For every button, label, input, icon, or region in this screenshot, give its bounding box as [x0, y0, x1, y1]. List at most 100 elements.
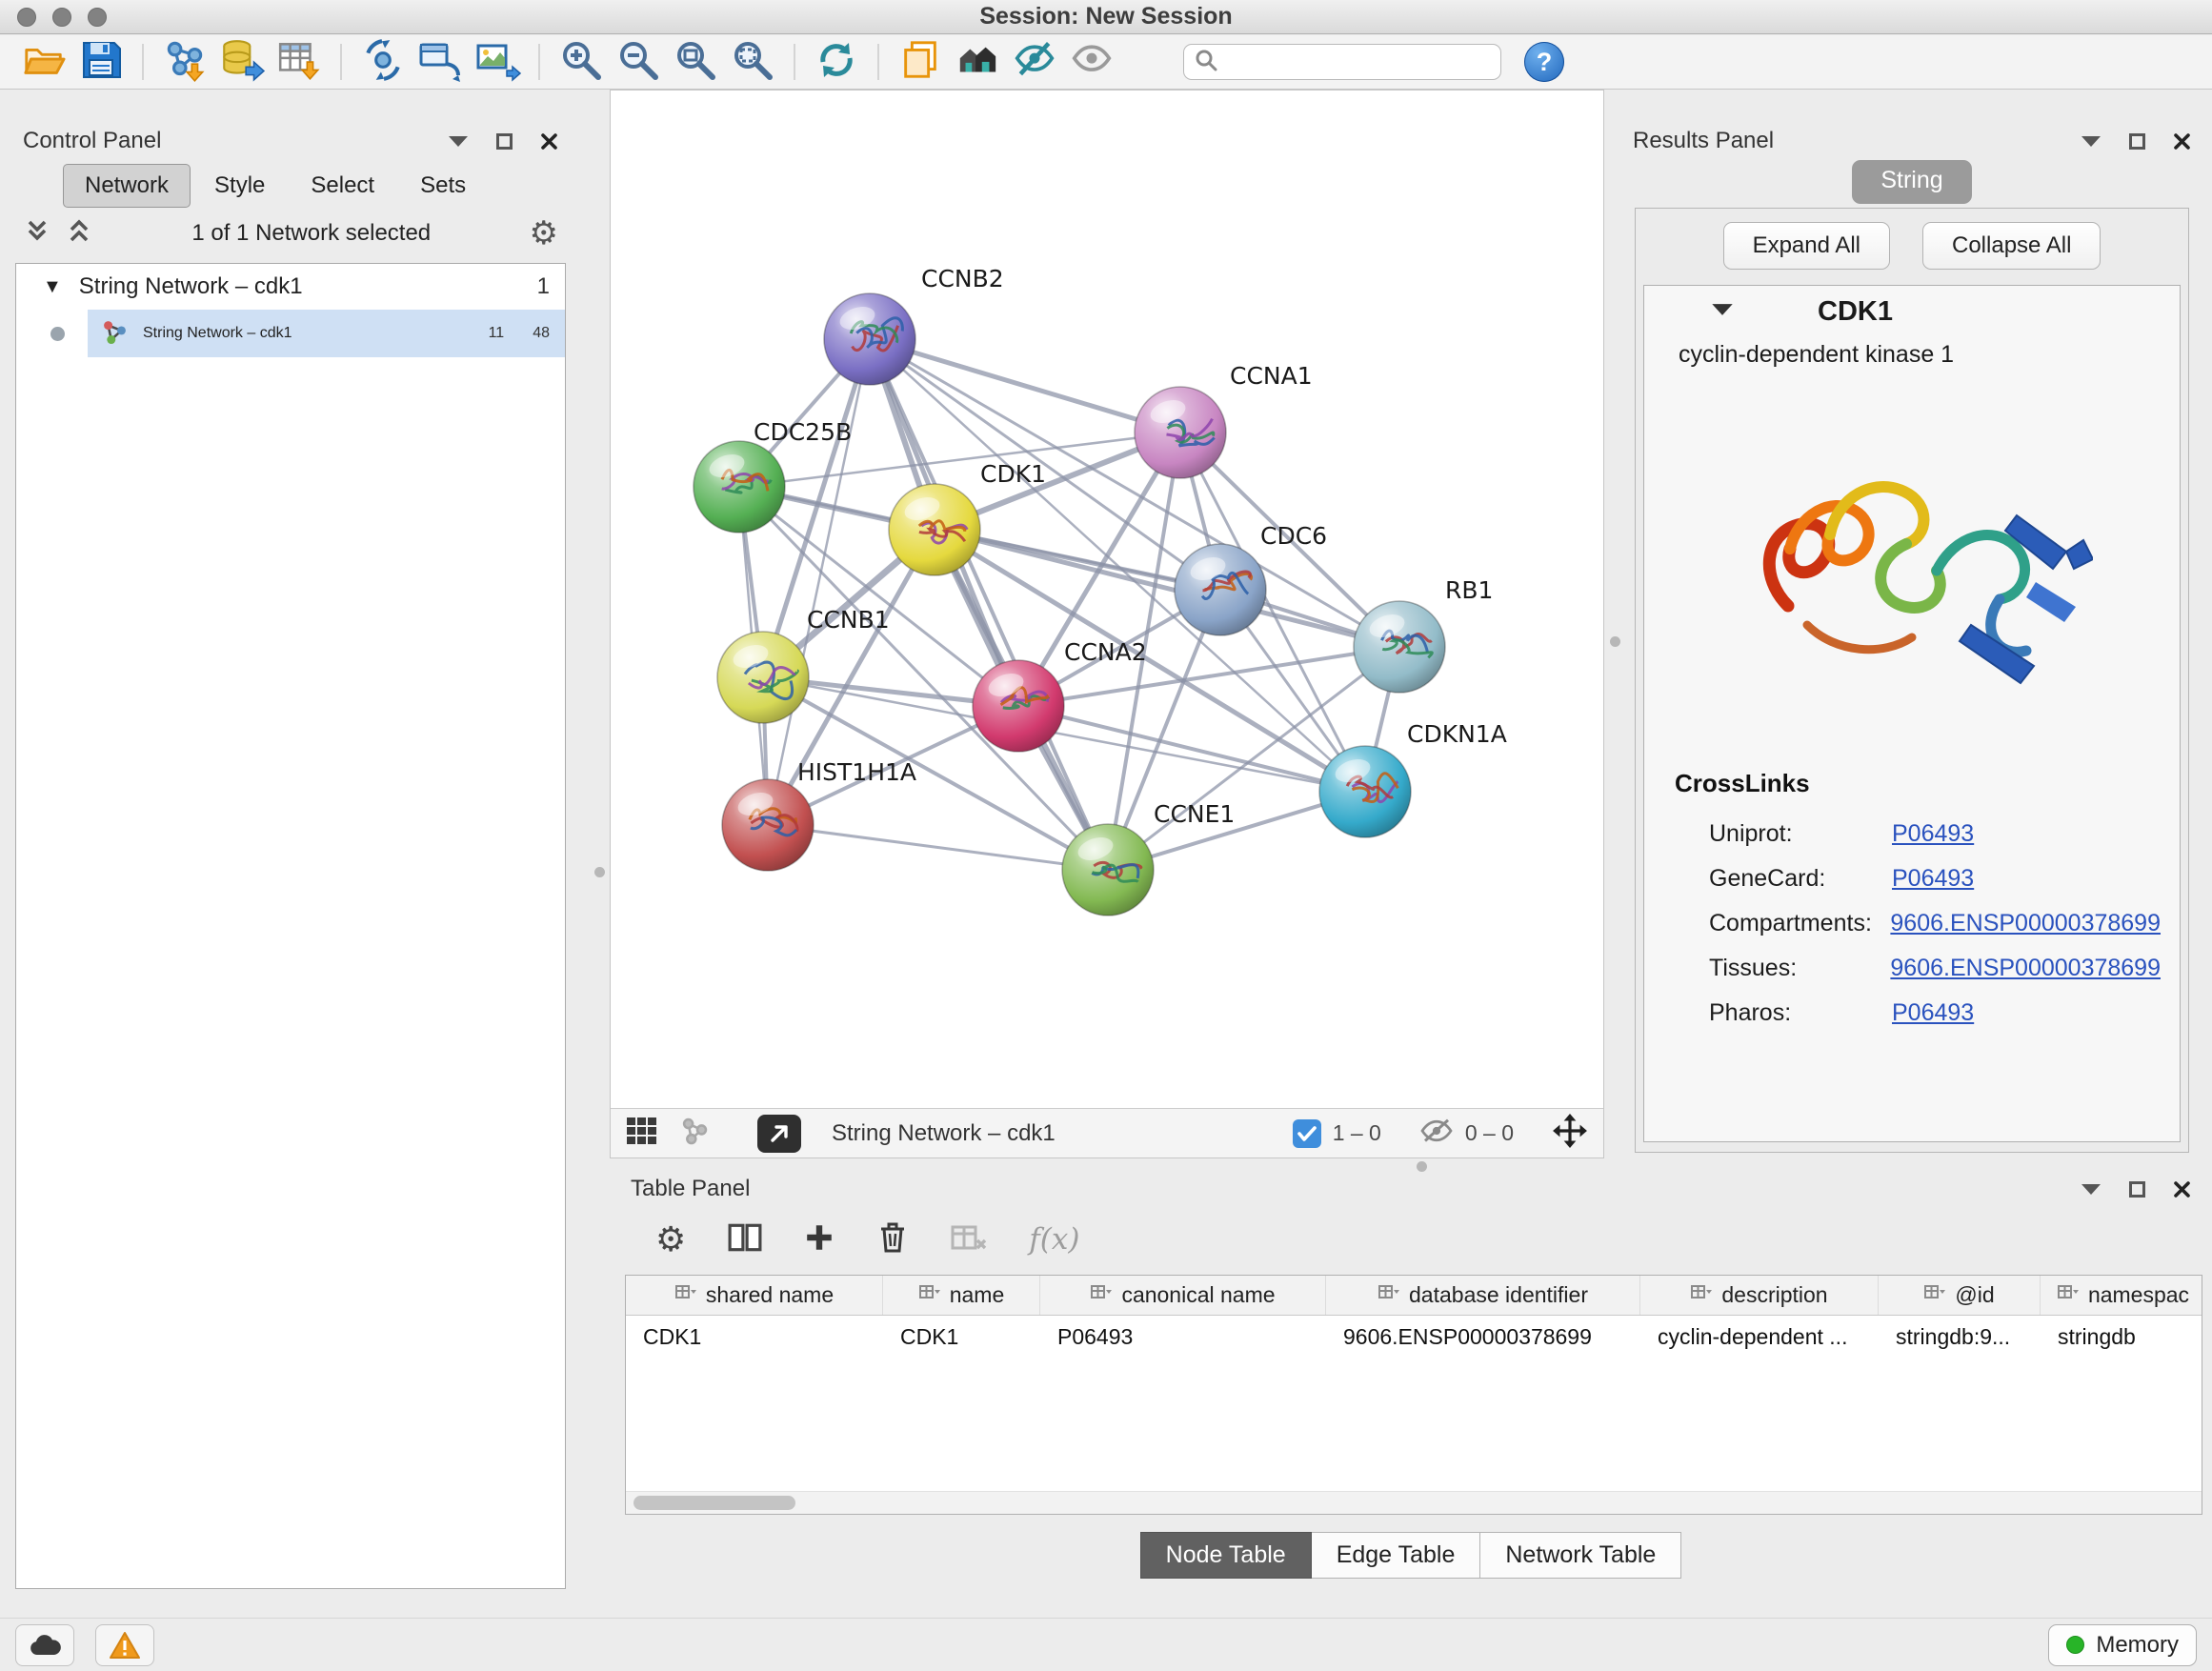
column-header-name[interactable]: name [883, 1276, 1040, 1315]
tab-sets[interactable]: Sets [398, 164, 488, 208]
network-row-selected[interactable]: String Network – cdk1 11 48 [88, 310, 565, 357]
import-table-from-file-button[interactable] [271, 39, 328, 85]
gene-section-header[interactable]: CDK1 [1644, 286, 2180, 337]
column-header-label: canonical name [1121, 1282, 1275, 1308]
show-columns-icon[interactable] [728, 1222, 762, 1258]
network-node-CDC25B[interactable] [694, 441, 785, 533]
tab-node-table[interactable]: Node Table [1140, 1532, 1312, 1579]
crosslink-value-link[interactable]: P06493 [1892, 820, 1974, 848]
tab-style[interactable]: Style [192, 164, 287, 208]
network-node-CDKN1A[interactable] [1319, 746, 1411, 837]
network-graph-svg[interactable]: CCNB2CCNA1CDC25BCDK1CDC6RB1CCNB1CCNA2CDK… [611, 91, 1603, 1108]
network-canvas[interactable]: CCNB2CCNA1CDC25BCDK1CDC6RB1CCNB1CCNA2CDK… [611, 91, 1603, 1108]
close-panel-icon[interactable] [540, 132, 558, 151]
copy-session-button[interactable] [892, 39, 949, 85]
table-row[interactable]: CDK1CDK1P064939606.ENSP00000378699cyclin… [626, 1316, 2202, 1358]
delete-column-icon[interactable] [876, 1220, 909, 1259]
tab-select[interactable]: Select [289, 164, 396, 208]
memory-button[interactable]: Memory [2048, 1624, 2197, 1666]
add-column-icon[interactable] [804, 1222, 835, 1258]
zoom-selected-region-button[interactable] [724, 39, 781, 85]
welcome-screen-button[interactable] [949, 39, 1006, 85]
float-panel-icon[interactable] [2128, 1180, 2146, 1198]
tab-network-table[interactable]: Network Table [1480, 1532, 1681, 1579]
network-edge[interactable] [870, 339, 1180, 433]
first-neighbors-button[interactable] [354, 39, 412, 85]
zoom-in-button[interactable] [553, 39, 610, 85]
table-settings-gear-icon[interactable]: ⚙ [655, 1222, 686, 1257]
column-header-description[interactable]: description [1640, 1276, 1879, 1315]
export-image-button[interactable] [469, 39, 526, 85]
column-header--id[interactable]: @id [1879, 1276, 2041, 1315]
panel-menu-icon[interactable] [2081, 134, 2101, 148]
open-session-button[interactable] [15, 39, 72, 85]
collapse-all-button[interactable]: Collapse All [1922, 222, 2101, 270]
cloud-sync-button[interactable] [15, 1624, 74, 1666]
network-node-CCNE1[interactable] [1062, 824, 1154, 916]
new-network-from-selection-button[interactable] [412, 39, 469, 85]
network-node-CCNB2[interactable] [824, 293, 915, 385]
import-network-from-database-button[interactable] [213, 39, 271, 85]
network-node-CCNA1[interactable] [1135, 387, 1226, 478]
open-in-new-window-button[interactable] [757, 1115, 801, 1153]
birdseye-grid-icon[interactable] [626, 1117, 658, 1150]
network-node-HIST1H1A[interactable] [722, 779, 814, 871]
network-node-CDK1[interactable] [889, 484, 980, 575]
save-session-button[interactable] [72, 39, 130, 85]
search-box[interactable] [1183, 44, 1501, 80]
import-network-from-file-button[interactable] [156, 39, 213, 85]
float-panel-icon[interactable] [495, 132, 513, 151]
minimize-window-button[interactable] [52, 8, 71, 27]
close-panel-icon[interactable] [2173, 1180, 2191, 1198]
crosslink-value-link[interactable]: P06493 [1892, 865, 1974, 893]
share-network-icon[interactable] [679, 1116, 710, 1151]
scrollbar-thumb[interactable] [633, 1496, 795, 1510]
network-edge[interactable] [768, 339, 870, 825]
column-header-shared-name[interactable]: shared name [626, 1276, 883, 1315]
network-options-gear-icon[interactable]: ⚙ [530, 217, 558, 250]
table-cell: P06493 [1040, 1316, 1326, 1358]
network-edge[interactable] [870, 339, 1108, 870]
network-node-CCNA2[interactable] [973, 660, 1064, 752]
float-panel-icon[interactable] [2128, 132, 2146, 151]
collapse-all-networks-icon[interactable] [23, 217, 51, 251]
zoom-window-button[interactable] [88, 8, 107, 27]
close-window-button[interactable] [17, 8, 36, 27]
network-edge[interactable] [768, 825, 1108, 870]
close-panel-icon[interactable] [2173, 132, 2191, 151]
network-node-RB1[interactable] [1354, 601, 1445, 693]
network-row[interactable]: String Network – cdk1 11 48 [16, 310, 565, 357]
network-edge[interactable] [935, 530, 1399, 647]
panel-menu-icon[interactable] [448, 134, 469, 148]
column-header-database-identifier[interactable]: database identifier [1326, 1276, 1640, 1315]
zoom-out-button[interactable] [610, 39, 667, 85]
vertical-splitter-handle[interactable] [594, 867, 605, 877]
zoom-fit-content-button[interactable] [667, 39, 724, 85]
hide-graphics-details-button[interactable] [1006, 39, 1063, 85]
crosslink-value-link[interactable]: 9606.ENSP00000378699 [1890, 955, 2161, 982]
selected-items-checkbox-icon[interactable] [1293, 1119, 1321, 1148]
help-button[interactable]: ? [1524, 42, 1564, 82]
horizontal-splitter-handle[interactable] [1417, 1161, 1427, 1172]
warning-button[interactable] [95, 1624, 154, 1666]
pan-navigator-icon[interactable] [1552, 1113, 1588, 1154]
tab-edge-table[interactable]: Edge Table [1312, 1532, 1481, 1579]
show-graphics-details-button[interactable] [1063, 39, 1120, 85]
tab-string-results[interactable]: String [1852, 160, 1971, 204]
refresh-button[interactable] [808, 39, 865, 85]
column-header-namespac[interactable]: namespac [2041, 1276, 2202, 1315]
tab-network[interactable]: Network [63, 164, 191, 208]
vertical-splitter-handle[interactable] [1610, 636, 1620, 647]
column-header-canonical-name[interactable]: canonical name [1040, 1276, 1326, 1315]
panel-menu-icon[interactable] [2081, 1182, 2101, 1196]
network-node-CCNB1[interactable] [717, 632, 809, 723]
expand-all-button[interactable]: Expand All [1723, 222, 1890, 270]
crosslink-value-link[interactable]: P06493 [1892, 999, 1974, 1027]
tree-expand-icon[interactable]: ▼ [43, 276, 62, 298]
crosslink-value-link[interactable]: 9606.ENSP00000378699 [1890, 910, 2161, 937]
search-input[interactable] [1226, 50, 1500, 74]
network-collection-row[interactable]: ▼ String Network – cdk1 1 [16, 264, 565, 310]
network-node-CDC6[interactable] [1175, 544, 1266, 635]
expand-all-networks-icon[interactable] [65, 217, 93, 251]
section-collapse-icon[interactable] [1711, 302, 1734, 321]
